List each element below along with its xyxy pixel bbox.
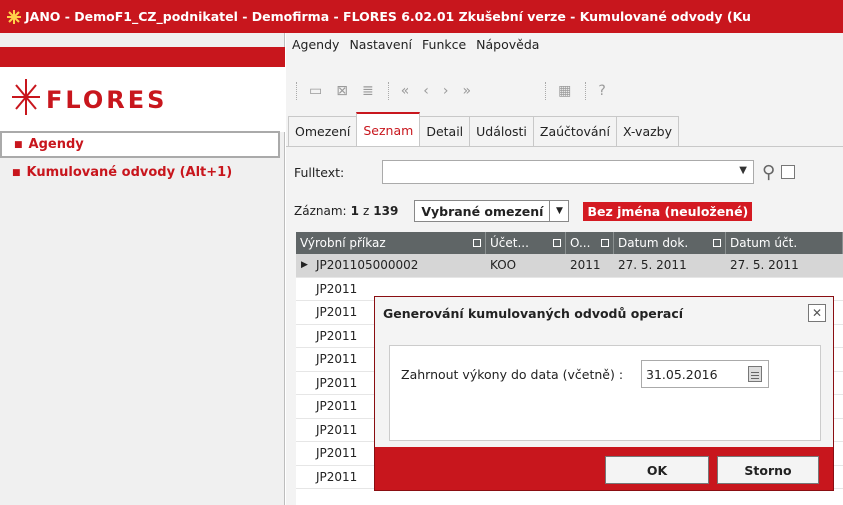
dialog-title: Generování kumulovaných odvodů operací <box>383 305 684 321</box>
tab-zauctovani[interactable]: Zaúčtování <box>532 116 617 146</box>
arrow-bullet-icon: ■ <box>12 167 21 178</box>
cell: KOO <box>490 258 517 273</box>
grid-header: Výrobní příkaz Účet... O... Datum dok. D… <box>296 232 843 254</box>
dialog-header: Generování kumulovaných odvodů operací ✕ <box>375 297 833 329</box>
prev-icon[interactable]: ‹ <box>423 83 429 99</box>
square-bullet-icon: ■ <box>14 139 23 150</box>
filter-checkbox[interactable] <box>781 165 796 179</box>
fulltext-input[interactable]: ▼ <box>382 160 754 184</box>
flores-logo-icon <box>12 79 40 115</box>
sidebar: FLORES ■ Agendy ■ Kumulované odvody (Alt… <box>0 33 285 505</box>
toolbar-separator <box>545 82 547 100</box>
record-prefix: Záznam: <box>294 204 347 218</box>
window-titlebar: JANO - DemoF1_CZ_podnikatel - Demofirma … <box>0 0 843 33</box>
tab-x-vazby[interactable]: X-vazby <box>615 116 680 146</box>
date-field-label: Zahrnout výkony do data (včetně) : <box>401 367 624 382</box>
cell: JP201105000002 <box>296 254 486 277</box>
cell: 2011 <box>570 258 601 273</box>
ok-button-label: OK <box>646 462 668 478</box>
filter-select-value: Vybrané omezení <box>415 201 551 221</box>
tab-bar: Omezení Seznam Detail Události Zaúčtován… <box>286 111 843 147</box>
menu-funkce[interactable]: Funkce <box>422 37 466 52</box>
column-header[interactable]: Účet... <box>486 232 566 254</box>
record-info-row: Záznam: 1 z 139 Vybrané omezení ▼ Bez jm… <box>286 198 843 224</box>
table-row[interactable]: JP201105000002 KOO 2011 27. 5. 2011 27. … <box>296 254 843 278</box>
name-badge: Bez jména (neuložené) <box>583 201 753 221</box>
filter-select[interactable]: Vybrané omezení ▼ <box>414 200 570 222</box>
window-title: JANO - DemoF1_CZ_podnikatel - Demofirma … <box>25 9 751 24</box>
tab-detail[interactable]: Detail <box>419 116 471 146</box>
app-icon <box>7 9 21 24</box>
first-icon[interactable]: « <box>401 83 410 99</box>
flores-logo: FLORES <box>0 67 285 132</box>
date-input[interactable]: 31.05.2016 <box>641 360 769 388</box>
next-icon[interactable]: › <box>443 83 449 99</box>
help-icon[interactable]: ? <box>598 83 605 99</box>
column-header[interactable]: Datum účt. <box>726 232 843 254</box>
close-doc-icon[interactable]: ⊠ <box>336 83 348 99</box>
cell: 27. 5. 2011 <box>618 258 687 273</box>
cancel-button-label: Storno <box>744 462 792 478</box>
grid-icon[interactable]: ▦ <box>558 83 571 99</box>
menu-nastaveni[interactable]: Nastavení <box>349 37 412 52</box>
sidebar-item-label: Kumulované odvody (Alt+1) <box>26 165 233 180</box>
sidebar-item-label: Agendy <box>28 137 84 152</box>
fulltext-label: Fulltext: <box>294 164 345 180</box>
calendar-icon[interactable] <box>748 366 762 382</box>
tab-udalosti[interactable]: Události <box>469 116 534 146</box>
tab-omezeni[interactable]: Omezení <box>288 116 358 146</box>
ok-button[interactable]: OK <box>605 456 709 484</box>
chevron-down-icon[interactable]: ▼ <box>550 206 568 216</box>
toolbar-separator <box>296 82 297 100</box>
toolbar-separator <box>585 82 587 100</box>
sidebar-item-kumulovane-odvody[interactable]: ■ Kumulované odvody (Alt+1) <box>0 159 280 186</box>
cell: 27. 5. 2011 <box>730 258 799 273</box>
dialog-body: Zahrnout výkony do data (včetně) : 31.05… <box>375 329 833 447</box>
column-header[interactable]: Výrobní příkaz <box>296 232 486 254</box>
column-header[interactable]: Datum dok. <box>614 232 726 254</box>
last-icon[interactable]: » <box>463 83 472 99</box>
close-icon[interactable]: ✕ <box>808 304 826 322</box>
chevron-down-icon[interactable]: ▼ <box>739 165 747 176</box>
logo-text: FLORES <box>46 86 168 114</box>
toolbar: ▭ ⊠ ≣ « ‹ › » ▦ ? <box>286 71 843 111</box>
record-total: 139 <box>373 204 399 218</box>
search-row: Fulltext: ▼ ⚲ <box>286 153 843 191</box>
record-current: 1 <box>350 204 359 218</box>
menu-napoveda[interactable]: Nápověda <box>476 37 539 52</box>
date-input-value: 31.05.2016 <box>646 366 718 382</box>
tab-seznam[interactable]: Seznam <box>356 112 421 146</box>
column-header[interactable]: O... <box>566 232 614 254</box>
search-icon[interactable]: ⚲ <box>762 162 775 183</box>
cancel-button[interactable]: Storno <box>717 456 819 484</box>
menu-agendy[interactable]: Agendy <box>292 37 339 52</box>
sidebar-item-agendy[interactable]: ■ Agendy <box>0 131 280 158</box>
menubar: Agendy Nastavení Funkce Nápověda <box>286 33 843 55</box>
toolbar-separator <box>387 82 389 100</box>
folder-icon[interactable]: ▭ <box>309 83 322 99</box>
generate-dialog: Generování kumulovaných odvodů operací ✕… <box>374 296 834 491</box>
sidebar-header-strip <box>0 47 285 67</box>
record-of: z <box>362 204 370 218</box>
list-icon[interactable]: ≣ <box>362 83 374 99</box>
